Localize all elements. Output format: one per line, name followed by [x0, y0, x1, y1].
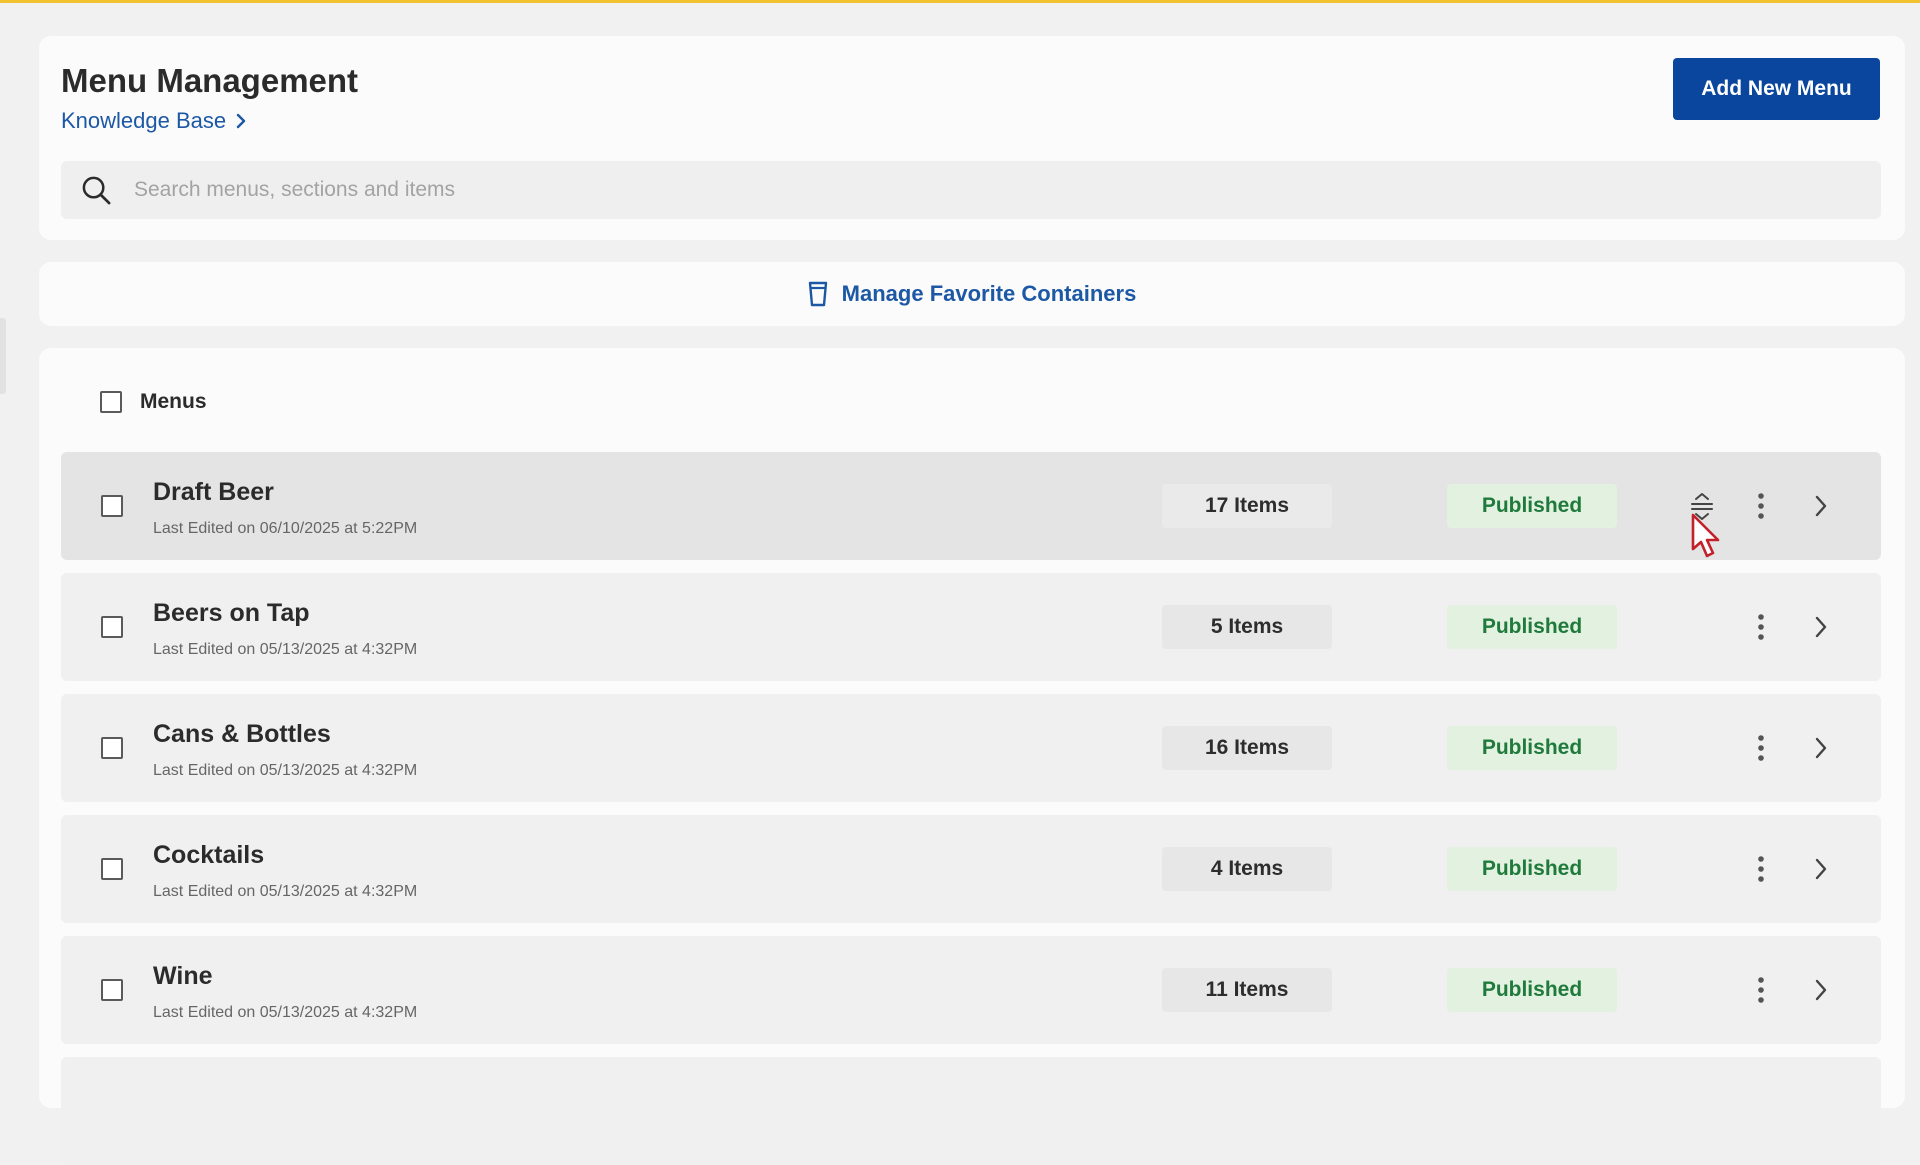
select-all-row: Menus: [100, 390, 207, 414]
open-menu-button[interactable]: [1806, 853, 1836, 885]
more-vertical-icon: [1758, 614, 1764, 640]
drag-handle-icon[interactable]: [1687, 490, 1717, 522]
top-accent-bar: [0, 0, 1920, 3]
chevron-right-icon: [1815, 616, 1827, 638]
open-menu-button[interactable]: [1806, 611, 1836, 643]
chevron-right-icon: [1815, 495, 1827, 517]
row-checkbox[interactable]: [101, 737, 123, 759]
open-menu-button[interactable]: [1806, 732, 1836, 764]
menu-name: Draft Beer: [153, 478, 274, 506]
menu-row[interactable]: Cocktails Last Edited on 05/13/2025 at 4…: [61, 815, 1881, 923]
menu-name: Beers on Tap: [153, 599, 310, 627]
header-card: Menu Management Knowledge Base Add New M…: [39, 36, 1905, 240]
chevron-right-icon: [1815, 858, 1827, 880]
open-menu-button[interactable]: [1806, 974, 1836, 1006]
last-edited-text: Last Edited on 06/10/2025 at 5:22PM: [153, 520, 418, 537]
knowledge-base-label: Knowledge Base: [61, 108, 227, 133]
favorites-card: Manage Favorite Containers: [39, 262, 1905, 326]
last-edited-text: Last Edited on 05/13/2025 at 4:32PM: [153, 883, 418, 900]
menu-name: Cans & Bottles: [153, 720, 331, 748]
add-new-menu-button[interactable]: Add New Menu: [1673, 58, 1880, 120]
knowledge-base-link[interactable]: Knowledge Base: [61, 108, 248, 134]
more-options-button[interactable]: [1746, 611, 1776, 643]
select-all-checkbox[interactable]: [100, 391, 122, 413]
menus-list-card: Menus Draft Beer Last Edited on 06/10/20…: [39, 348, 1905, 1165]
status-badge: Published: [1447, 968, 1617, 1012]
row-checkbox[interactable]: [101, 858, 123, 880]
open-menu-button[interactable]: [1806, 490, 1836, 522]
more-options-button[interactable]: [1746, 853, 1776, 885]
item-count-badge: 16 Items: [1162, 726, 1332, 770]
last-edited-text: Last Edited on 05/13/2025 at 4:32PM: [153, 641, 418, 658]
menu-name: Cocktails: [153, 841, 265, 869]
item-count-badge: 17 Items: [1162, 484, 1332, 528]
more-vertical-icon: [1758, 977, 1764, 1003]
manage-favorite-containers-button[interactable]: Manage Favorite Containers: [39, 262, 1905, 326]
item-count-badge: 11 Items: [1162, 968, 1332, 1012]
chevron-right-icon: [1815, 979, 1827, 1001]
menus-header-label: Menus: [140, 390, 207, 413]
last-edited-text: Last Edited on 05/13/2025 at 4:32PM: [153, 762, 418, 779]
menu-row-partial[interactable]: [61, 1057, 1881, 1165]
more-options-button[interactable]: [1746, 974, 1776, 1006]
menu-row[interactable]: Cans & Bottles Last Edited on 05/13/2025…: [61, 694, 1881, 802]
item-count-badge: 5 Items: [1162, 605, 1332, 649]
menu-name: Wine: [153, 962, 213, 990]
more-options-button[interactable]: [1746, 732, 1776, 764]
more-vertical-icon: [1758, 735, 1764, 761]
item-count-badge: 4 Items: [1162, 847, 1332, 891]
cup-icon: [808, 281, 827, 307]
status-badge: Published: [1447, 847, 1617, 891]
menu-row[interactable]: Draft Beer Last Edited on 06/10/2025 at …: [61, 452, 1881, 560]
search-bar[interactable]: [61, 161, 1881, 219]
chevron-right-icon: [1815, 737, 1827, 759]
status-badge: Published: [1447, 726, 1617, 770]
more-vertical-icon: [1758, 856, 1764, 882]
row-checkbox[interactable]: [101, 495, 123, 517]
search-input[interactable]: [132, 177, 1836, 203]
status-badge: Published: [1447, 484, 1617, 528]
page-title: Menu Management: [61, 62, 359, 99]
last-edited-text: Last Edited on 05/13/2025 at 4:32PM: [153, 1004, 418, 1021]
more-options-button[interactable]: [1746, 490, 1776, 522]
menu-row[interactable]: Beers on Tap Last Edited on 05/13/2025 a…: [61, 573, 1881, 681]
menu-row[interactable]: Wine Last Edited on 05/13/2025 at 4:32PM…: [61, 936, 1881, 1044]
chevron-right-icon: [236, 113, 246, 129]
manage-favorite-containers-label: Manage Favorite Containers: [841, 281, 1137, 306]
search-icon: [82, 176, 111, 204]
more-vertical-icon: [1758, 493, 1764, 519]
status-badge: Published: [1447, 605, 1617, 649]
row-checkbox[interactable]: [101, 979, 123, 1001]
row-checkbox[interactable]: [101, 616, 123, 638]
side-drawer-handle[interactable]: [0, 318, 6, 394]
